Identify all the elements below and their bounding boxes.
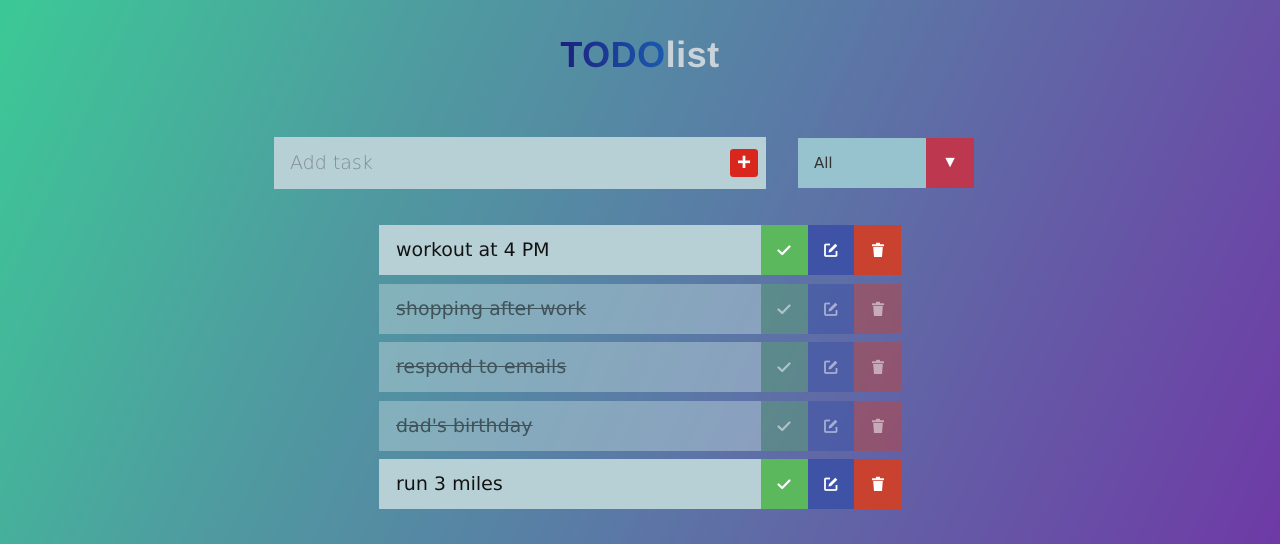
check-icon	[777, 420, 791, 431]
task-item: respond to emails	[379, 342, 902, 392]
task-item: workout at 4 PM	[379, 225, 902, 275]
edit-icon	[824, 360, 838, 374]
chevron-down-icon[interactable]: ▼	[926, 138, 974, 188]
edit-icon	[824, 243, 838, 257]
add-task-button[interactable]: +	[730, 149, 758, 177]
trash-icon	[871, 476, 884, 491]
task-item: run 3 miles	[379, 459, 902, 509]
complete-button[interactable]	[760, 283, 808, 334]
edit-button[interactable]	[807, 400, 855, 451]
check-icon	[777, 245, 791, 256]
complete-button[interactable]	[760, 459, 808, 509]
edit-icon	[824, 419, 838, 433]
check-icon	[777, 362, 791, 373]
edit-button[interactable]	[807, 225, 855, 275]
trash-icon	[871, 301, 884, 316]
plus-icon: +	[736, 149, 751, 176]
edit-button[interactable]	[807, 283, 855, 334]
check-icon	[777, 303, 791, 314]
title-bold: TODO	[560, 34, 666, 75]
task-text: respond to emails	[379, 342, 761, 392]
complete-button[interactable]	[760, 225, 808, 275]
add-task-input[interactable]	[274, 137, 730, 189]
title-light: list	[665, 34, 720, 75]
trash-icon	[871, 359, 884, 374]
edit-button[interactable]	[807, 459, 855, 509]
app-title: TODOlist	[0, 34, 1280, 76]
task-item: dad's birthday	[379, 400, 902, 451]
filter-dropdown[interactable]: All ▼	[798, 138, 974, 188]
complete-button[interactable]	[760, 342, 808, 392]
task-text: shopping after work	[379, 283, 761, 334]
delete-button[interactable]	[854, 225, 902, 275]
add-task-form: +	[274, 137, 766, 189]
trash-icon	[871, 418, 884, 433]
edit-icon	[824, 302, 838, 316]
check-icon	[777, 479, 791, 490]
delete-button[interactable]	[854, 459, 902, 509]
delete-button[interactable]	[854, 283, 902, 334]
delete-button[interactable]	[854, 400, 902, 451]
filter-selected-value[interactable]: All	[798, 138, 926, 188]
edit-icon	[824, 477, 838, 491]
edit-button[interactable]	[807, 342, 855, 392]
complete-button[interactable]	[760, 400, 808, 451]
task-text: workout at 4 PM	[379, 225, 761, 275]
trash-icon	[871, 242, 884, 257]
task-text: dad's birthday	[379, 400, 761, 451]
task-item: shopping after work	[379, 283, 902, 334]
task-text: run 3 miles	[379, 459, 761, 509]
delete-button[interactable]	[854, 342, 902, 392]
task-list: workout at 4 PM shopping after work resp…	[379, 225, 902, 518]
